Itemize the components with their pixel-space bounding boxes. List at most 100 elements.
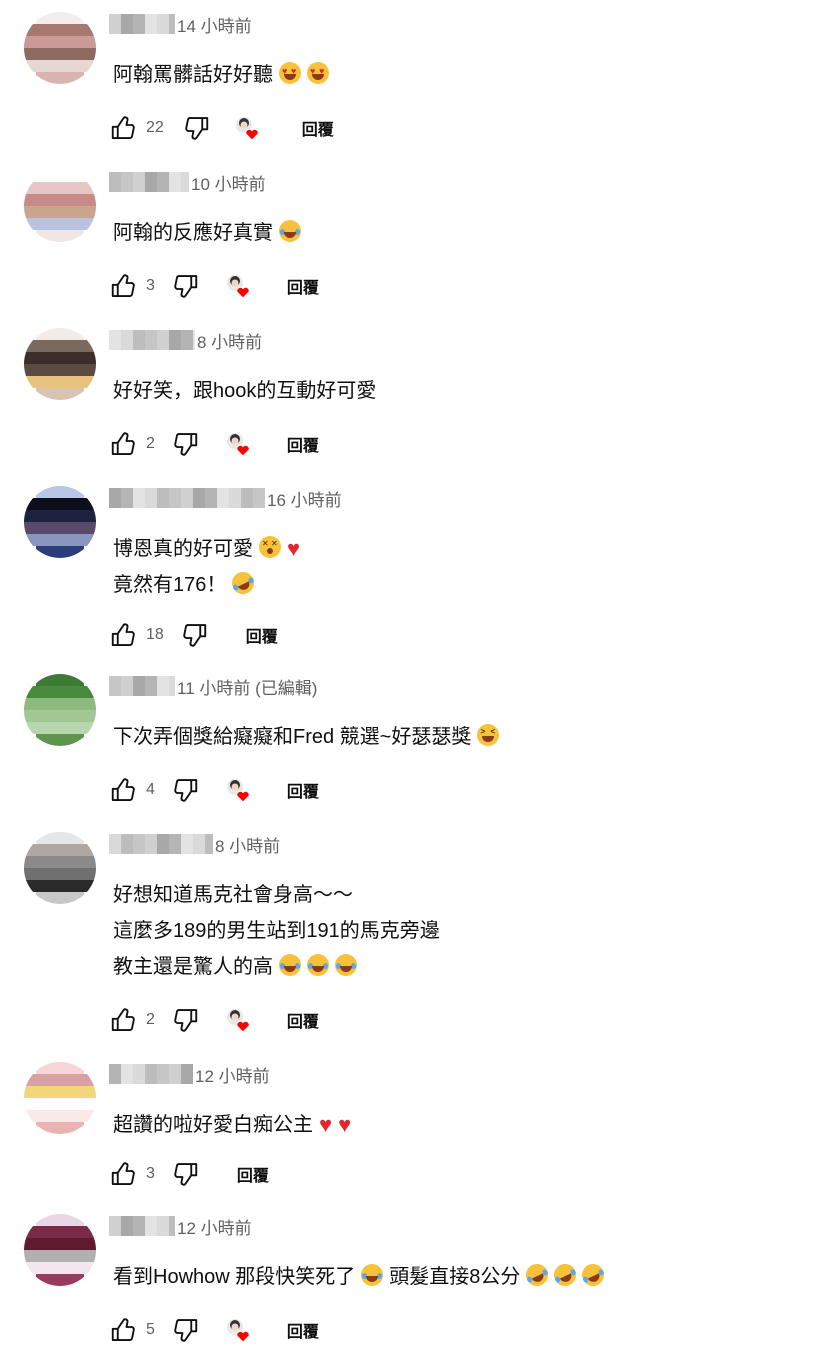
dislike-button[interactable] bbox=[169, 270, 201, 302]
dislike-button[interactable] bbox=[169, 1004, 201, 1036]
avatar-pixel bbox=[84, 1262, 96, 1274]
reply-button[interactable]: 回覆 bbox=[246, 623, 278, 647]
username-blur-pixel bbox=[133, 488, 145, 508]
avatar-pixel bbox=[36, 546, 48, 558]
avatar-pixel bbox=[72, 498, 84, 510]
comment-time[interactable]: 16 小時前 bbox=[267, 486, 342, 511]
avatar-pixel bbox=[84, 546, 96, 558]
avatar[interactable] bbox=[24, 832, 96, 904]
avatar[interactable] bbox=[24, 674, 96, 746]
blurred-username[interactable] bbox=[109, 172, 189, 192]
avatar-pixel bbox=[72, 698, 84, 710]
comment-time[interactable]: 12 小時前 bbox=[177, 1214, 252, 1239]
username-blur-pixel bbox=[193, 488, 205, 508]
like-button[interactable] bbox=[108, 1314, 140, 1346]
dislike-button[interactable] bbox=[169, 1314, 201, 1346]
avatar[interactable] bbox=[24, 170, 96, 242]
blurred-username[interactable] bbox=[109, 1216, 175, 1236]
like-button[interactable] bbox=[108, 270, 140, 302]
avatar-pixel bbox=[48, 510, 60, 522]
blurred-username[interactable] bbox=[109, 14, 175, 34]
like-button[interactable] bbox=[108, 1004, 140, 1036]
comment-time[interactable]: 8 小時前 bbox=[197, 328, 262, 353]
avatar-pixel bbox=[24, 352, 36, 364]
comment-text: 阿翰的反應好真實 bbox=[113, 215, 301, 251]
avatar-pixel bbox=[48, 710, 60, 722]
avatar[interactable] bbox=[24, 1214, 96, 1286]
avatar-pixel bbox=[24, 722, 36, 734]
username-blur-pixel bbox=[121, 172, 133, 192]
avatar-pixel bbox=[48, 1274, 60, 1286]
avatar-pixel bbox=[72, 48, 84, 60]
avatar-pixel bbox=[60, 1062, 72, 1074]
heart-eyes-emoji-icon: ♥ ♥ bbox=[307, 62, 329, 84]
avatar-pixel bbox=[84, 856, 96, 868]
avatar-pixel bbox=[84, 194, 96, 206]
reply-button[interactable]: 回覆 bbox=[287, 1008, 319, 1032]
blurred-username[interactable] bbox=[109, 330, 195, 350]
avatar[interactable] bbox=[24, 1062, 96, 1134]
avatar-pixel bbox=[36, 1122, 48, 1134]
tears-of-joy-emoji-icon bbox=[335, 954, 357, 976]
username-blur-pixel bbox=[169, 1216, 175, 1236]
username-blur-pixel bbox=[145, 1216, 157, 1236]
reply-button[interactable]: 回覆 bbox=[287, 274, 319, 298]
avatar-pixel bbox=[48, 546, 60, 558]
comment-line: 阿翰罵髒話好好聽 bbox=[113, 64, 273, 86]
creator-heart-badge bbox=[223, 1315, 257, 1345]
reply-button[interactable]: 回覆 bbox=[287, 778, 319, 802]
avatar-pixel bbox=[48, 1122, 60, 1134]
username-blur-pixel bbox=[121, 330, 133, 350]
reply-button[interactable]: 回覆 bbox=[237, 1162, 269, 1186]
avatar-pixel bbox=[60, 1238, 72, 1250]
avatar-pixel bbox=[60, 1098, 72, 1110]
creator-heart-badge bbox=[223, 429, 257, 459]
avatar-pixel bbox=[60, 206, 72, 218]
avatar[interactable] bbox=[24, 486, 96, 558]
dislike-button[interactable] bbox=[178, 619, 210, 651]
comment-actions: 2 回覆 bbox=[108, 1003, 319, 1037]
like-button[interactable] bbox=[108, 428, 140, 460]
comment-time[interactable]: 14 小時前 bbox=[177, 12, 252, 37]
dislike-button[interactable] bbox=[169, 1158, 201, 1190]
comment-time[interactable]: 12 小時前 bbox=[195, 1062, 270, 1087]
comment-time[interactable]: 10 小時前 bbox=[191, 170, 266, 195]
dislike-button[interactable] bbox=[180, 112, 212, 144]
avatar-pixel bbox=[36, 194, 48, 206]
reply-button[interactable]: 回覆 bbox=[287, 1318, 319, 1342]
avatar-pixel bbox=[24, 686, 36, 698]
avatar-pixel bbox=[60, 60, 72, 72]
reply-button[interactable]: 回覆 bbox=[287, 432, 319, 456]
username-blur-pixel bbox=[109, 676, 121, 696]
avatar-pixel bbox=[72, 340, 84, 352]
comment-time[interactable]: 11 小時前 (已編輯) bbox=[177, 674, 317, 699]
avatar-pixel bbox=[48, 36, 60, 48]
reply-button[interactable]: 回覆 bbox=[302, 116, 334, 140]
username-blur-pixel bbox=[205, 834, 213, 854]
blurred-username[interactable] bbox=[109, 488, 265, 508]
like-button[interactable] bbox=[108, 774, 140, 806]
dislike-button[interactable] bbox=[169, 428, 201, 460]
avatar-pixel bbox=[72, 686, 84, 698]
dislike-button[interactable] bbox=[169, 774, 201, 806]
like-button[interactable] bbox=[108, 112, 140, 144]
avatar-pixel bbox=[36, 340, 48, 352]
avatar-pixel bbox=[84, 230, 96, 242]
blurred-username[interactable] bbox=[109, 1064, 193, 1084]
like-button[interactable] bbox=[108, 1158, 140, 1190]
username-blur-pixel bbox=[145, 330, 157, 350]
avatar-pixel bbox=[48, 1262, 60, 1274]
blurred-username[interactable] bbox=[109, 676, 175, 696]
blurred-username[interactable] bbox=[109, 834, 213, 854]
avatar-pixel bbox=[24, 72, 36, 84]
avatar-pixel bbox=[36, 182, 48, 194]
comment-time[interactable]: 8 小時前 bbox=[215, 832, 280, 857]
like-button[interactable] bbox=[108, 619, 140, 651]
avatar-pixel bbox=[24, 734, 36, 746]
avatar-pixel bbox=[72, 710, 84, 722]
avatar-pixel bbox=[84, 1074, 96, 1086]
comment-line: 下次弄個獎給癡癡和Fred 競選~好瑟瑟獎 bbox=[113, 726, 472, 748]
creator-heart-badge bbox=[223, 271, 257, 301]
avatar[interactable] bbox=[24, 328, 96, 400]
avatar[interactable] bbox=[24, 12, 96, 84]
